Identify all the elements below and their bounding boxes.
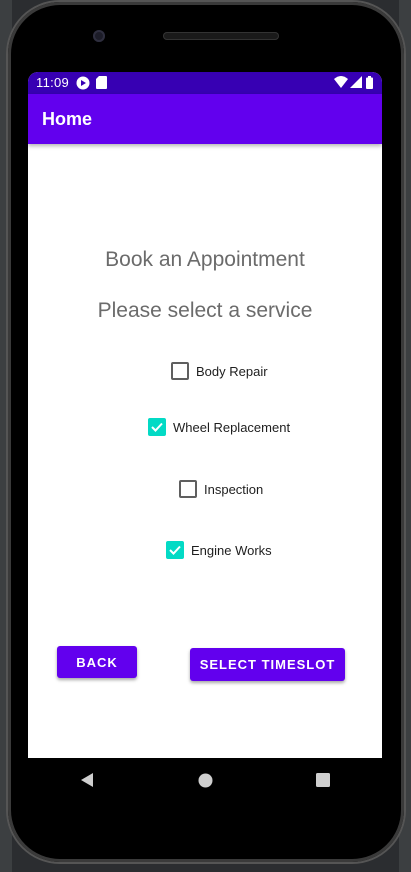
status-bar: 11:09 xyxy=(28,72,382,94)
checkbox-unchecked-icon[interactable] xyxy=(179,480,197,498)
back-button[interactable]: BACK xyxy=(57,646,137,678)
play-protect-icon xyxy=(76,76,90,93)
app-screen: 11:09 Home Book an Appointment Please se… xyxy=(28,72,382,758)
phone-frame: 11:09 Home Book an Appointment Please se… xyxy=(8,2,404,862)
back-nav-icon[interactable] xyxy=(62,762,112,798)
signal-icon xyxy=(350,76,362,91)
service-checkbox-wheel-replacement[interactable]: Wheel Replacement xyxy=(148,418,290,436)
wifi-icon xyxy=(334,76,348,91)
battery-icon xyxy=(366,76,373,92)
status-time: 11:09 xyxy=(36,75,70,90)
app-bar: Home xyxy=(28,94,382,144)
recents-nav-icon[interactable] xyxy=(298,762,348,798)
service-label: Wheel Replacement xyxy=(173,419,291,435)
earpiece-speaker xyxy=(163,32,279,40)
sd-card-icon xyxy=(96,76,107,92)
service-label: Inspection xyxy=(204,481,264,497)
app-title: Home xyxy=(42,109,93,129)
service-label: Engine Works xyxy=(191,542,272,558)
page-subtitle: Please select a service xyxy=(97,299,313,322)
select-timeslot-button[interactable]: SELECT TIMESLOT xyxy=(190,648,345,681)
service-label: Body Repair xyxy=(196,363,268,379)
front-camera xyxy=(93,30,105,42)
navigation-bar xyxy=(28,758,382,802)
checkbox-checked-icon[interactable] xyxy=(166,541,184,559)
page-title: Book an Appointment xyxy=(105,248,305,271)
checkbox-unchecked-icon[interactable] xyxy=(171,362,189,380)
service-checkbox-engine-works[interactable]: Engine Works xyxy=(166,541,272,559)
home-nav-icon[interactable] xyxy=(180,762,230,798)
service-checkbox-body-repair[interactable]: Body Repair xyxy=(171,362,268,380)
service-checkbox-inspection[interactable]: Inspection xyxy=(179,480,263,498)
checkbox-checked-icon[interactable] xyxy=(148,418,166,436)
